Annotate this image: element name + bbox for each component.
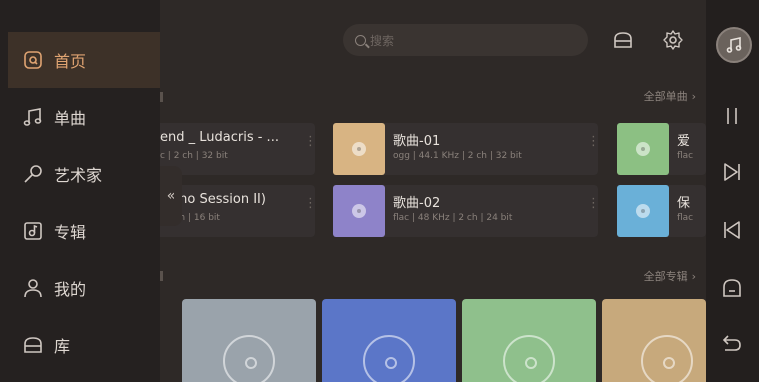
song-card[interactable]: 歌曲-01 ogg | 44.1 KHz | 2 ch | 32 bit ⋮ (333, 123, 600, 175)
next-icon[interactable] (720, 160, 744, 184)
song-title: 爱 (677, 134, 691, 149)
nav-item-artists[interactable]: 艺术家 (8, 146, 160, 202)
user-icon (24, 279, 42, 298)
nav-item-mine[interactable]: 我的 (8, 260, 160, 316)
section-marker (160, 92, 163, 102)
now-playing-avatar[interactable] (716, 27, 752, 63)
song-card[interactable]: 保 flac (617, 185, 706, 237)
nav-drawer: 首页 单曲 艺术家 专辑 我的 库 (0, 0, 160, 382)
search-icon (355, 34, 366, 46)
microphone-icon (24, 165, 42, 183)
nav-item-label: 艺术家 (54, 166, 103, 185)
search-input[interactable]: 搜索 (343, 24, 588, 56)
song-cover (617, 123, 669, 175)
disc-icon (352, 142, 366, 156)
app-window: 搜索 全部单曲 › end _ Ludacris - ... c | 2 ch |… (0, 0, 759, 382)
home-icon (24, 51, 42, 69)
disc-icon (363, 335, 415, 382)
more-icon[interactable]: ⋮ (304, 135, 317, 148)
all-albums-label: 全部专辑 (643, 270, 688, 283)
all-singles-link[interactable]: 全部单曲 › (644, 88, 696, 104)
song-title: 歌曲-02 (393, 196, 441, 211)
library-icon (24, 337, 42, 353)
disc-icon (503, 335, 555, 382)
album-icon (24, 222, 42, 240)
song-cover (617, 185, 669, 237)
song-meta: flac (677, 151, 694, 161)
song-card[interactable]: 爱 flac (617, 123, 706, 175)
section-marker (160, 271, 163, 281)
playback-sidebar (706, 0, 759, 382)
song-title: end _ Ludacris - ... (160, 130, 279, 145)
song-title: 保 (677, 196, 691, 211)
nav-item-label: 首页 (54, 52, 87, 71)
back-icon[interactable] (720, 330, 744, 354)
music-notes-icon (23, 108, 42, 126)
disc-icon (641, 335, 693, 382)
song-meta: flac | 48 KHz | 2 ch | 24 bit (393, 213, 513, 223)
chevron-right-icon: › (691, 270, 696, 283)
disc-icon (636, 204, 650, 218)
nav-item-label: 单曲 (54, 109, 87, 128)
more-icon[interactable]: ⋮ (304, 197, 317, 210)
nav-item-home[interactable]: 首页 (8, 32, 160, 88)
music-note-icon (726, 37, 742, 53)
song-cover (333, 185, 385, 237)
song-title: 歌曲-01 (393, 134, 441, 149)
nav-item-label: 库 (54, 337, 71, 356)
album-card[interactable] (322, 299, 456, 382)
album-card[interactable] (462, 299, 596, 382)
song-meta: flac (677, 213, 694, 223)
song-meta: c | 2 ch | 32 bit (160, 151, 228, 161)
nav-item-library[interactable]: 库 (8, 317, 160, 373)
song-card[interactable]: 歌曲-02 flac | 48 KHz | 2 ch | 24 bit ⋮ (333, 185, 600, 237)
nav-item-label: 我的 (54, 280, 87, 299)
disc-icon (352, 204, 366, 218)
song-cover (333, 123, 385, 175)
pause-icon[interactable] (720, 104, 744, 128)
home-icon[interactable] (720, 276, 744, 300)
more-icon[interactable]: ⋮ (587, 135, 600, 148)
all-singles-label: 全部单曲 (643, 90, 688, 103)
album-card[interactable] (182, 299, 316, 382)
all-albums-link[interactable]: 全部专辑 › (644, 268, 696, 284)
nav-item-albums[interactable]: 专辑 (8, 203, 160, 259)
settings-icon[interactable] (662, 29, 684, 51)
collapse-drawer-button[interactable]: « (160, 166, 182, 226)
more-icon[interactable]: ⋮ (587, 197, 600, 210)
album-card[interactable] (602, 299, 706, 382)
search-placeholder: 搜索 (370, 33, 395, 48)
previous-icon[interactable] (720, 218, 744, 242)
nav-item-singles[interactable]: 单曲 (8, 89, 160, 145)
nav-item-label: 专辑 (54, 223, 87, 242)
disc-icon (223, 335, 275, 382)
song-meta: ogg | 44.1 KHz | 2 ch | 32 bit (393, 151, 522, 161)
library-icon[interactable] (612, 29, 634, 51)
chevron-right-icon: › (691, 90, 696, 103)
disc-icon (636, 142, 650, 156)
double-chevron-left-icon: « (166, 188, 176, 204)
